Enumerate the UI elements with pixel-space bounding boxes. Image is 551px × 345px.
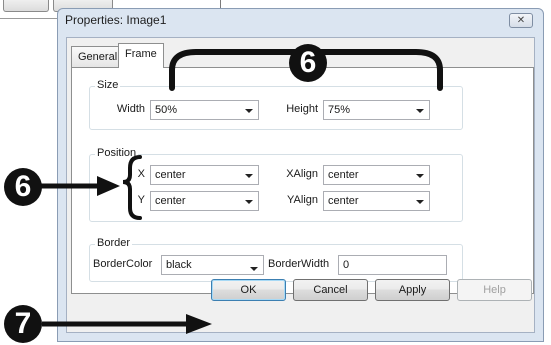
callout-number: 6 [299,46,317,79]
chevron-down-icon [416,174,424,178]
dialog-title: Properties: Image1 [65,13,167,27]
help-button[interactable]: Help [457,279,532,301]
y-label: Y [137,194,145,206]
y-value: center [155,195,186,207]
chevron-down-icon [245,200,253,204]
close-button[interactable]: ✕ [509,13,533,28]
chevron-down-icon [416,109,424,113]
position-group-title: Position [95,147,139,159]
tab-frame-label: Frame [125,48,157,60]
callout-number: 6 [14,170,32,203]
border-width-value: 0 [343,259,350,271]
background-toolbar-button [3,0,49,12]
dialog-titlebar[interactable]: Properties: Image1 ✕ [58,9,543,35]
frame-tab-panel: Size Width 50% Height 75% Position X cen… [71,67,534,294]
position-group: Position X center XAlign center Y center… [89,147,463,222]
border-color-label: BorderColor [93,258,153,270]
apply-button[interactable]: Apply [375,279,450,301]
height-label: Height [286,103,318,115]
close-icon: ✕ [516,15,526,26]
ok-button[interactable]: OK [211,279,286,301]
xalign-label: XAlign [286,168,318,180]
xalign-combo[interactable]: center [323,165,430,185]
chevron-down-icon [245,109,253,113]
apply-button-label: Apply [398,284,427,296]
tab-general[interactable]: General [71,46,125,67]
width-combo[interactable]: 50% [150,100,259,120]
height-value: 75% [328,104,351,116]
x-label: X [137,168,145,180]
border-group-title: Border [95,237,133,249]
tab-frame[interactable]: Frame [118,43,164,68]
yalign-combo[interactable]: center [323,191,430,211]
ok-button-label: OK [240,284,257,296]
cancel-button-label: Cancel [313,284,348,296]
width-value: 50% [155,104,178,116]
border-width-input[interactable]: 0 [338,255,447,275]
x-value: center [155,169,186,181]
border-color-value: black [166,259,192,271]
border-color-combo[interactable]: black [161,255,264,275]
tab-general-label: General [78,51,118,63]
chevron-down-icon [245,174,253,178]
yalign-label: YAlign [287,194,318,206]
height-combo[interactable]: 75% [323,100,430,120]
cancel-button[interactable]: Cancel [293,279,368,301]
help-button-label: Help [483,284,506,296]
y-combo[interactable]: center [150,191,259,211]
chevron-down-icon [416,200,424,204]
callout-number: 7 [14,307,32,340]
callout-badge-position: 6 [4,168,42,206]
callout-badge-size: 6 [289,44,327,82]
chevron-down-icon [250,267,258,271]
callout-badge-ok: 7 [4,305,42,343]
size-group: Size Width 50% Height 75% [89,79,463,130]
width-label: Width [116,103,145,115]
size-group-title: Size [95,79,121,91]
border-width-label: BorderWidth [268,258,330,270]
yalign-value: center [328,195,359,207]
border-group: Border BorderColor black BorderWidth 0 [89,237,463,282]
xalign-value: center [328,169,359,181]
x-combo[interactable]: center [150,165,259,185]
